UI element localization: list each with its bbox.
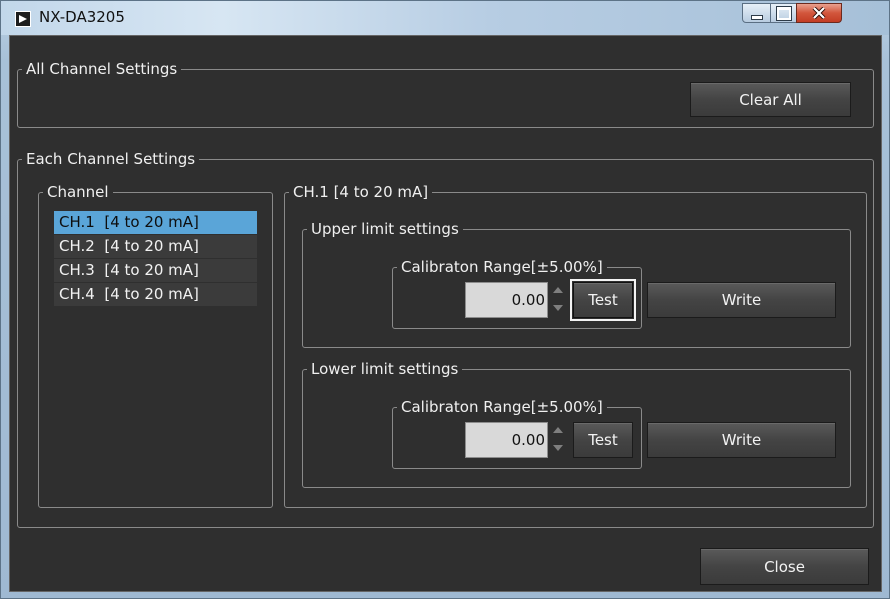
close-window-button[interactable]	[796, 3, 842, 23]
minimize-button[interactable]	[742, 3, 771, 23]
channel-list-item[interactable]: CH.3 [4 to 20 mA]	[54, 259, 257, 282]
window-title: NX-DA3205	[39, 8, 125, 26]
upper-limit-legend: Upper limit settings	[311, 220, 459, 238]
spin-down-icon[interactable]	[553, 305, 563, 311]
upper-calibration-spinner[interactable]	[551, 282, 565, 318]
maximize-button[interactable]	[770, 3, 797, 23]
channel-legend: Channel	[47, 183, 109, 201]
spin-up-icon[interactable]	[553, 427, 563, 433]
maximize-icon	[776, 6, 791, 20]
lower-write-button[interactable]: Write	[647, 422, 836, 458]
close-button[interactable]: Close	[700, 548, 869, 585]
upper-write-button[interactable]: Write	[647, 282, 836, 318]
lower-calibration-input[interactable]: 0.00	[465, 422, 548, 458]
all-channel-settings-legend: All Channel Settings	[26, 60, 178, 78]
clear-all-button[interactable]: Clear All	[690, 82, 851, 117]
minimize-icon	[750, 14, 763, 20]
close-icon	[812, 7, 826, 19]
channel-list-item[interactable]: CH.2 [4 to 20 mA]	[54, 235, 257, 258]
each-channel-settings-legend: Each Channel Settings	[26, 150, 196, 168]
channel-list-item[interactable]: CH.4 [4 to 20 mA]	[54, 283, 257, 306]
lower-test-button[interactable]: Test	[573, 422, 633, 458]
channel-detail-legend: CH.1 [4 to 20 mA]	[293, 183, 429, 201]
title-bar[interactable]: NX-DA3205	[1, 1, 889, 35]
lower-calibration-legend: Calibraton Range[±5.00%]	[401, 398, 603, 416]
upper-test-button[interactable]: Test	[570, 279, 636, 321]
lower-limit-legend: Lower limit settings	[311, 360, 459, 378]
dialog-window: NX-DA3205 All Channel Settings Clear All…	[0, 0, 890, 599]
channel-list[interactable]: CH.1 [4 to 20 mA] CH.2 [4 to 20 mA] CH.3…	[54, 211, 257, 316]
window-controls	[742, 3, 882, 25]
app-icon	[15, 11, 31, 27]
dialog-body: All Channel Settings Clear All Each Chan…	[9, 35, 882, 592]
upper-calibration-legend: Calibraton Range[±5.00%]	[401, 258, 603, 276]
channel-list-item[interactable]: CH.1 [4 to 20 mA]	[54, 211, 257, 234]
upper-calibration-input[interactable]: 0.00	[465, 282, 548, 318]
spin-down-icon[interactable]	[553, 445, 563, 451]
lower-calibration-spinner[interactable]	[551, 422, 565, 458]
spin-up-icon[interactable]	[553, 287, 563, 293]
